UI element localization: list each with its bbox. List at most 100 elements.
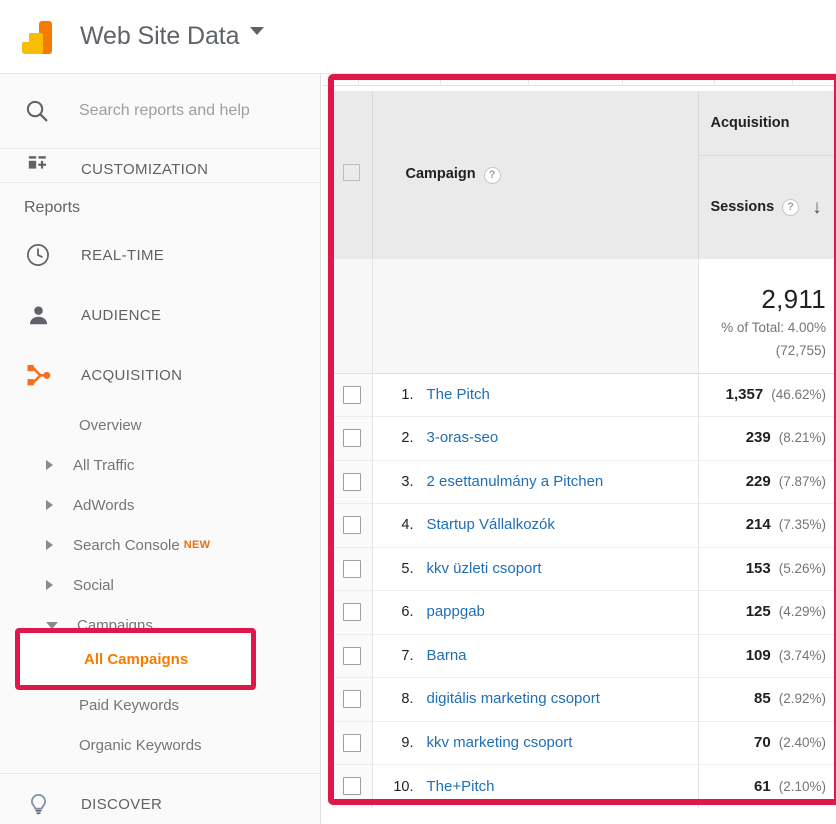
help-icon[interactable]: ?: [782, 199, 799, 216]
column-header-acquisition-group: Acquisition Sessions?↓: [698, 91, 836, 259]
row-checkbox-cell[interactable]: [332, 460, 372, 504]
checkbox-unchecked-icon[interactable]: [343, 164, 360, 181]
campaign-link[interactable]: The+Pitch: [427, 778, 495, 795]
summary-blank-check-cell: [332, 259, 372, 373]
row-checkbox-cell[interactable]: [332, 504, 372, 548]
row-sessions-cell: 1,357(46.62%): [698, 373, 836, 417]
table-row[interactable]: 6.pappgab 125(4.29%): [332, 591, 836, 635]
sidebar-item-social[interactable]: Social: [0, 565, 320, 605]
search-input[interactable]: Search reports and help: [79, 102, 250, 120]
campaign-link[interactable]: kkv marketing csoport: [427, 734, 573, 751]
analytics-page: Web Site Data Search reports and help: [0, 0, 836, 824]
table-row[interactable]: 8.digitális marketing csoport 85(2.92%): [332, 678, 836, 722]
report-content-panel: Campaign? Acquisition Sessions?↓: [322, 74, 836, 824]
campaign-link[interactable]: pappgab: [427, 603, 485, 620]
sessions-value: 229: [746, 473, 771, 490]
sidebar-item-paid-keywords[interactable]: Paid Keywords: [0, 685, 320, 725]
campaign-link[interactable]: Barna: [427, 647, 467, 664]
campaign-link[interactable]: 3-oras-seo: [427, 429, 499, 446]
sessions-percent: (5.26%): [779, 561, 826, 576]
row-checkbox-cell[interactable]: [332, 634, 372, 678]
acquisition-group-label-cell: Acquisition: [699, 92, 836, 156]
sessions-percent: (2.92%): [779, 691, 826, 706]
help-icon[interactable]: ?: [484, 167, 501, 184]
row-checkbox-cell[interactable]: [332, 373, 372, 417]
caret-down-icon[interactable]: [250, 27, 264, 35]
row-checkbox-cell[interactable]: [332, 547, 372, 591]
checkbox-unchecked-icon[interactable]: [343, 473, 361, 491]
sidebar-item-audience[interactable]: AUDIENCE: [0, 285, 320, 345]
sidebar-item-acquisition[interactable]: ACQUISITION: [0, 345, 320, 405]
sessions-percent: (2.10%): [779, 779, 826, 794]
campaign-link[interactable]: kkv üzleti csoport: [427, 560, 542, 577]
sidebar-item-all-traffic[interactable]: All Traffic: [0, 445, 320, 485]
checkbox-unchecked-icon[interactable]: [343, 690, 361, 708]
row-sessions-cell: 70(2.40%): [698, 721, 836, 765]
row-index: 4.: [384, 517, 414, 533]
row-campaign-cell: 2. 3-oras-seo: [372, 417, 698, 461]
row-checkbox-cell[interactable]: [332, 591, 372, 635]
sessions-value: 153: [746, 560, 771, 577]
checkbox-unchecked-icon[interactable]: [343, 429, 361, 447]
sidebar-item-adwords[interactable]: AdWords: [0, 485, 320, 525]
column-header-sessions[interactable]: Sessions?↓: [699, 156, 836, 259]
chevron-right-icon[interactable]: [46, 460, 53, 470]
campaign-link[interactable]: 2 esettanulmány a Pitchen: [427, 473, 604, 490]
chevron-right-icon[interactable]: [46, 580, 53, 590]
campaign-link[interactable]: digitális marketing csoport: [427, 690, 600, 707]
row-index: 9.: [384, 735, 414, 751]
table-row[interactable]: 7.Barna 109(3.74%): [332, 634, 836, 678]
checkbox-unchecked-icon[interactable]: [343, 516, 361, 534]
row-checkbox-cell[interactable]: [332, 678, 372, 722]
sidebar-item-discover[interactable]: DISCOVER: [0, 774, 320, 824]
sidebar: Search reports and help CUSTOMIZATION Re…: [0, 74, 321, 824]
row-index: 2.: [384, 430, 414, 446]
table-row[interactable]: 4. Startup Vállalkozók 214(7.35%): [332, 504, 836, 548]
sidebar-item-real-time[interactable]: REAL-TIME: [0, 225, 320, 285]
chevron-right-icon[interactable]: [46, 500, 53, 510]
sidebar-subitem-label: AdWords: [73, 497, 134, 514]
checkbox-unchecked-icon[interactable]: [343, 560, 361, 578]
table-row[interactable]: 10.The+Pitch 61(2.10%): [332, 765, 836, 809]
row-sessions-cell: 61(2.10%): [698, 765, 836, 809]
top-bar: Web Site Data: [0, 0, 836, 74]
row-sessions-cell: 125(4.29%): [698, 591, 836, 635]
row-checkbox-cell[interactable]: [332, 721, 372, 765]
row-sessions-cell: 229(7.87%): [698, 460, 836, 504]
sidebar-item-customization[interactable]: CUSTOMIZATION: [0, 141, 320, 183]
column-header-campaign[interactable]: Campaign?: [372, 91, 698, 259]
sidebar-item-organic-keywords[interactable]: Organic Keywords: [0, 725, 320, 765]
row-sessions-cell: 214(7.35%): [698, 504, 836, 548]
table-row[interactable]: 3.2 esettanulmány a Pitchen 229(7.87%): [332, 460, 836, 504]
sidebar-item-all-campaigns[interactable]: All Campaigns: [84, 651, 188, 668]
row-checkbox-cell[interactable]: [332, 765, 372, 809]
campaign-link[interactable]: Startup Vállalkozók: [427, 516, 555, 533]
checkbox-unchecked-icon[interactable]: [343, 647, 361, 665]
checkbox-unchecked-icon[interactable]: [343, 734, 361, 752]
sidebar-item-search-console[interactable]: Search Console NEW: [0, 525, 320, 565]
checkbox-unchecked-icon[interactable]: [343, 603, 361, 621]
table-row[interactable]: 5. kkv üzleti csoport 153 (5.26%): [332, 547, 836, 591]
table-row[interactable]: 9. kkv marketing csoport 70(2.40%): [332, 721, 836, 765]
row-campaign-cell: 4. Startup Vállalkozók: [372, 504, 698, 548]
search-reports-row[interactable]: Search reports and help: [0, 74, 320, 149]
sessions-value: 70: [754, 734, 771, 751]
sessions-percent: (46.62%): [771, 387, 826, 402]
sidebar-subitem-label: Paid Keywords: [79, 697, 179, 714]
table-row[interactable]: 1.The Pitch 1,357(46.62%): [332, 373, 836, 417]
chevron-right-icon[interactable]: [46, 540, 53, 550]
summary-percent-of-total: % of Total: 4.00%: [699, 315, 827, 338]
checkbox-unchecked-icon[interactable]: [343, 386, 361, 404]
row-campaign-cell: 9. kkv marketing csoport: [372, 721, 698, 765]
table-header: Campaign? Acquisition Sessions?↓: [332, 91, 836, 259]
table-body: 2,911 % of Total: 4.00% (72,755) 1.The P…: [332, 259, 836, 808]
sidebar-item-overview[interactable]: Overview: [0, 405, 320, 445]
campaign-link[interactable]: The Pitch: [427, 386, 490, 403]
row-sessions-cell: 153 (5.26%): [698, 547, 836, 591]
arrow-down-icon[interactable]: ↓: [812, 198, 822, 217]
table-row[interactable]: 2.3-oras-seo 239(8.21%): [332, 417, 836, 461]
row-checkbox-cell[interactable]: [332, 417, 372, 461]
checkbox-unchecked-icon[interactable]: [343, 777, 361, 795]
select-all-cell[interactable]: [332, 91, 372, 259]
row-index: 5.: [384, 561, 414, 577]
